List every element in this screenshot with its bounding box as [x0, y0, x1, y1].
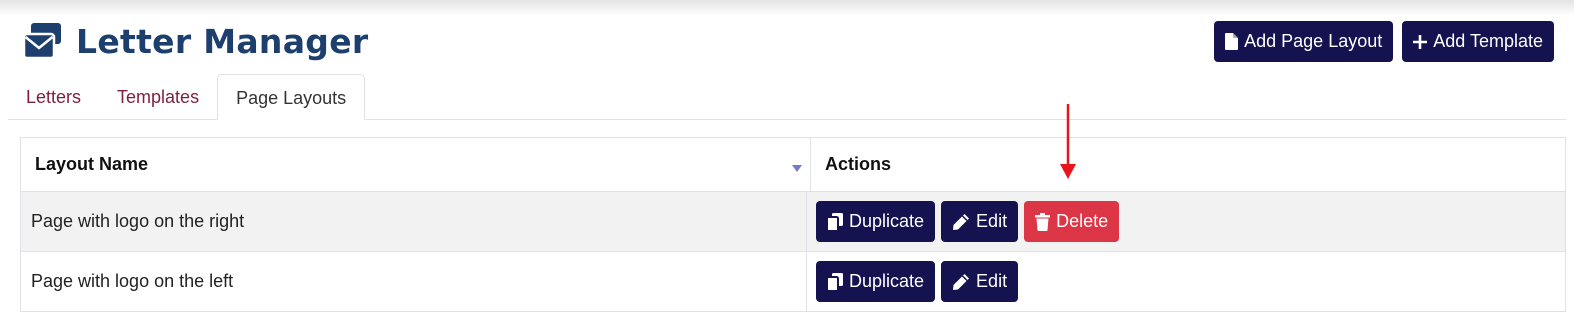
add-template-label: Add Template — [1433, 31, 1543, 51]
tab-templates[interactable]: Templates — [99, 74, 217, 119]
table-row: Page with logo on the right Duplicate Ed… — [21, 192, 1565, 252]
delete-button[interactable]: Delete — [1024, 201, 1120, 242]
file-icon — [1225, 33, 1239, 50]
tab-bar: Letters Templates Page Layouts — [8, 74, 1566, 120]
copy-icon — [827, 212, 843, 231]
envelopes-icon — [22, 23, 61, 60]
trash-icon — [1035, 212, 1051, 231]
edit-button[interactable]: Edit — [941, 261, 1019, 302]
layout-name-cell: Page with logo on the left — [21, 252, 807, 311]
edit-button[interactable]: Edit — [941, 201, 1019, 242]
page-title: Letter Manager — [76, 21, 369, 61]
plus-icon — [1413, 34, 1428, 49]
top-shadow — [0, 0, 1574, 16]
column-header-actions: Actions — [825, 154, 892, 174]
column-header-layout-name[interactable]: Layout Name — [21, 138, 811, 191]
table-row: Page with logo on the left Duplicate Edi… — [21, 252, 1565, 312]
duplicate-label: Duplicate — [849, 211, 925, 231]
duplicate-button[interactable]: Duplicate — [816, 261, 936, 302]
delete-label: Delete — [1056, 211, 1109, 231]
tab-page-layouts[interactable]: Page Layouts — [217, 74, 366, 120]
annotation-arrow-icon — [1060, 104, 1076, 179]
edit-label: Edit — [976, 271, 1008, 291]
column-header-label: Layout Name — [35, 154, 149, 174]
header-actions: Add Page Layout Add Template — [1214, 21, 1554, 62]
pencil-icon — [953, 273, 970, 290]
actions-cell: Duplicate Edit — [807, 252, 1565, 311]
table-header-row: Layout Name Actions — [21, 138, 1565, 192]
pencil-icon — [953, 213, 970, 230]
copy-icon — [827, 272, 843, 291]
duplicate-button[interactable]: Duplicate — [816, 201, 936, 242]
duplicate-label: Duplicate — [849, 271, 925, 291]
tab-letters[interactable]: Letters — [8, 74, 99, 119]
add-page-layout-label: Add Page Layout — [1244, 31, 1383, 51]
layout-name-cell: Page with logo on the right — [21, 192, 807, 251]
app-header: Letter Manager — [22, 20, 368, 62]
add-template-button[interactable]: Add Template — [1402, 21, 1554, 62]
page-layouts-table: Layout Name Actions Page with logo on th… — [20, 137, 1566, 312]
sort-down-icon[interactable] — [792, 165, 802, 172]
edit-label: Edit — [976, 211, 1008, 231]
add-page-layout-button[interactable]: Add Page Layout — [1214, 21, 1394, 62]
actions-cell: Duplicate Edit Delete — [807, 192, 1565, 251]
